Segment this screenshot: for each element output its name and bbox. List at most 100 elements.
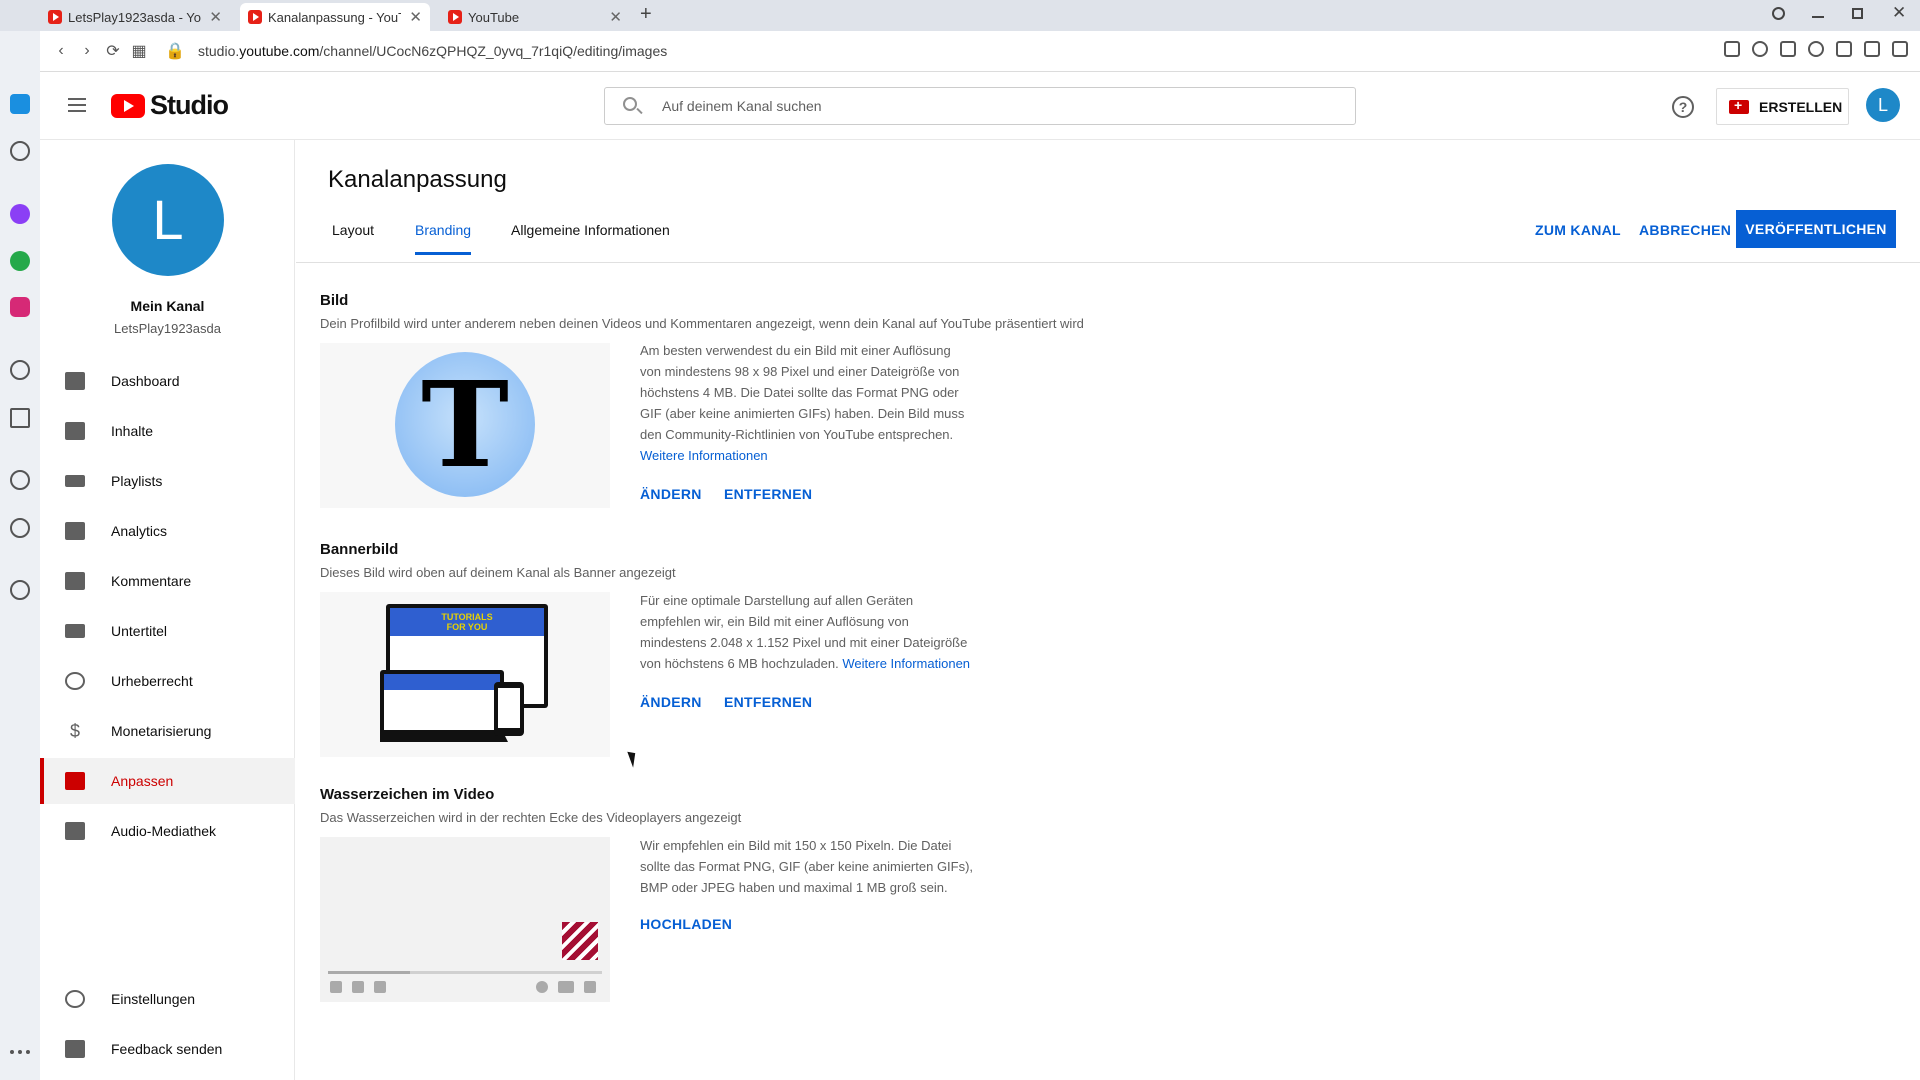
download-icon[interactable] — [1864, 41, 1880, 57]
youtube-logo-icon[interactable] — [111, 94, 145, 118]
page-title: Kanalanpassung — [328, 166, 507, 193]
remove-banner-button[interactable]: ENTFERNEN — [724, 694, 812, 710]
banner-text-line-2: FOR YOU — [447, 622, 488, 632]
close-icon[interactable]: ✕ — [409, 8, 422, 26]
nav-item-label: Audio-Mediathek — [111, 823, 217, 839]
gear-icon — [65, 990, 85, 1008]
playlists-icon — [65, 475, 85, 487]
home-icon[interactable] — [10, 94, 30, 114]
hamburger-menu-icon[interactable] — [68, 98, 86, 112]
instagram-icon[interactable] — [10, 297, 30, 317]
account-avatar[interactable]: L — [1866, 88, 1900, 122]
studio-header: Studio ? ERSTELLEN L — [40, 72, 1920, 140]
back-icon[interactable]: ‹ — [48, 42, 74, 60]
profile-picture-preview: T — [320, 343, 610, 508]
nav-item-playlists[interactable]: Playlists — [40, 458, 295, 504]
change-picture-button[interactable]: ÄNDERN — [640, 486, 702, 502]
history-icon[interactable] — [10, 518, 30, 538]
change-banner-button[interactable]: ÄNDERN — [640, 694, 702, 710]
lock-icon: 🔒 — [165, 43, 185, 60]
tab-branding[interactable]: Branding — [415, 222, 472, 255]
subtitles-icon — [65, 624, 85, 638]
fullscreen-icon — [584, 981, 596, 993]
nav-item-dashboard[interactable]: Dashboard — [40, 358, 295, 404]
watermark-help-text: Wir empfehlen ein Bild mit 150 x 150 Pix… — [640, 838, 974, 895]
whatsapp-icon[interactable] — [10, 251, 30, 271]
close-icon[interactable]: ✕ — [609, 8, 622, 26]
create-button[interactable]: ERSTELLEN — [1716, 88, 1849, 125]
picture-help-text: Am besten verwendest du ein Bild mit ein… — [640, 340, 975, 466]
feedback-icon — [65, 1040, 85, 1058]
nav-item-urheberrecht[interactable]: Urheberrecht — [40, 658, 295, 704]
menu-icon[interactable] — [1892, 41, 1908, 57]
minimize-icon[interactable] — [1812, 16, 1824, 18]
extensions-icon[interactable] — [1836, 41, 1852, 57]
nav-item-monetarisierung[interactable]: $ Monetarisierung — [40, 708, 295, 754]
search-tabs-icon[interactable] — [1772, 7, 1785, 20]
picture-more-info-link[interactable]: Weitere Informationen — [640, 448, 768, 463]
tab-allgemeine-informationen[interactable]: Allgemeine Informationen — [511, 222, 670, 252]
nav-item-feedback[interactable]: Feedback senden — [40, 1026, 295, 1072]
banner-section-description: Dieses Bild wird oben auf deinem Kanal a… — [320, 565, 676, 580]
channel-avatar[interactable]: L — [112, 164, 224, 276]
magic-wand-icon — [65, 772, 85, 790]
upload-watermark-button[interactable]: HOCHLADEN — [640, 916, 732, 932]
heart-icon[interactable] — [1808, 41, 1824, 57]
volume-icon — [374, 981, 386, 993]
new-tab-button[interactable]: + — [640, 3, 652, 26]
nav-item-label: Kommentare — [111, 573, 192, 589]
nav-item-einstellungen[interactable]: Einstellungen — [40, 976, 295, 1022]
nav-item-label: Anpassen — [111, 773, 174, 789]
tab-layout[interactable]: Layout — [332, 222, 374, 252]
snapshot-icon[interactable] — [1724, 41, 1740, 57]
nav-item-analytics[interactable]: Analytics — [40, 508, 295, 554]
speed-dial-icon[interactable]: ▦ — [126, 41, 152, 61]
channel-title: Mein Kanal — [130, 298, 205, 314]
send-icon[interactable] — [10, 408, 30, 428]
cancel-button[interactable]: ABBRECHEN — [1639, 222, 1731, 238]
nav-item-anpassen[interactable]: Anpassen — [40, 758, 295, 804]
tab-kanalanpassung[interactable]: Kanalanpassung - YouTube ✕ — [240, 3, 430, 31]
studio-logo-text[interactable]: Studio — [150, 90, 229, 121]
watermark-placeholder-image — [562, 922, 598, 960]
nav-item-inhalte[interactable]: Inhalte — [40, 408, 295, 454]
remove-picture-button[interactable]: ENTFERNEN — [724, 486, 812, 502]
restore-icon[interactable] — [1852, 8, 1863, 19]
pinboard-icon[interactable] — [10, 580, 30, 600]
to-channel-button[interactable]: ZUM KANAL — [1535, 222, 1621, 238]
adblock-icon[interactable] — [1752, 41, 1768, 57]
url-path: /channel/UCocN6zQPHQZ_0yvq_7r1qiQ/editin… — [319, 43, 668, 59]
forward-icon[interactable]: › — [74, 42, 100, 60]
reload-icon[interactable]: ⟳ — [100, 41, 126, 61]
picture-help-body: Am besten verwendest du ein Bild mit ein… — [640, 343, 965, 442]
create-video-icon — [1729, 97, 1749, 114]
nav-item-kommentare[interactable]: Kommentare — [40, 558, 295, 604]
close-icon[interactable]: ✕ — [209, 8, 222, 26]
heart-icon[interactable] — [10, 470, 30, 490]
nav-item-label: Playlists — [111, 473, 163, 489]
url-field[interactable]: studio.youtube.com/channel/UCocN6zQPHQZ_… — [198, 43, 667, 59]
youtube-favicon-icon — [48, 10, 62, 24]
search-input[interactable] — [660, 88, 1340, 124]
messenger-icon[interactable] — [10, 204, 30, 224]
player-icon[interactable] — [10, 360, 30, 380]
banner-section-title: Bannerbild — [320, 541, 399, 558]
channel-search[interactable] — [604, 87, 1356, 125]
more-icon[interactable] — [10, 1050, 30, 1056]
flow-icon[interactable] — [1780, 41, 1796, 57]
tab-letsplay[interactable]: LetsPlay1923asda - YouTube ✕ — [40, 3, 230, 31]
left-navigation: L Mein Kanal LetsPlay1923asda Dashboard … — [40, 140, 295, 1080]
banner-more-info-link[interactable]: Weitere Informationen — [842, 656, 970, 671]
main-content: Kanalanpassung Layout Branding Allgemein… — [296, 140, 1920, 1080]
nav-item-audio-mediathek[interactable]: Audio-Mediathek — [40, 808, 295, 854]
tab-youtube[interactable]: YouTube ✕ — [440, 3, 630, 31]
publish-button[interactable]: VERÖFFENTLICHEN — [1736, 210, 1896, 248]
banner-preview: TUTORIALS FOR YOU — [320, 592, 610, 757]
help-icon[interactable]: ? — [1672, 96, 1694, 118]
crypto-wallet-icon[interactable] — [10, 141, 30, 161]
nav-item-label: Einstellungen — [111, 991, 196, 1007]
close-window-icon[interactable]: ✕ — [1892, 3, 1906, 23]
banner-text-line-1: TUTORIALS — [441, 612, 492, 622]
watermark-section-description: Das Wasserzeichen wird in der rechten Ec… — [320, 810, 742, 825]
nav-item-untertitel[interactable]: Untertitel — [40, 608, 295, 654]
